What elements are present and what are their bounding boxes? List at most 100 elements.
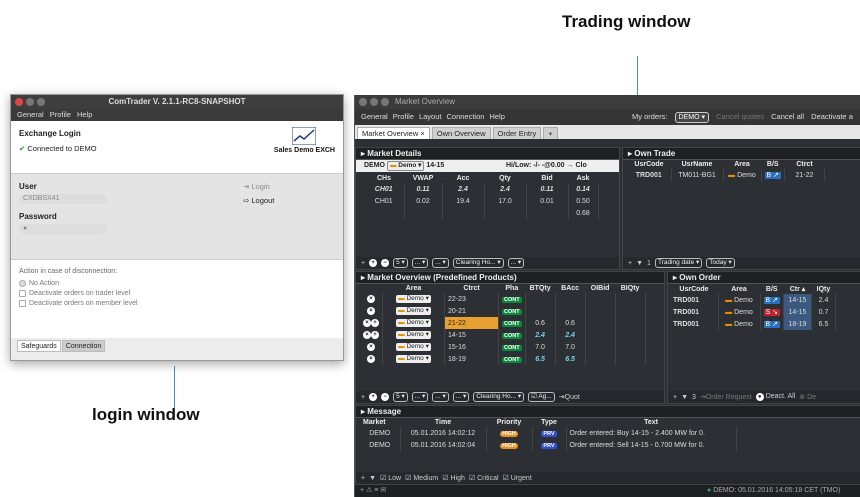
trading-date-select[interactable]: Trading date ▾	[654, 258, 703, 268]
depth-select[interactable]: 5 ▾	[393, 258, 408, 268]
add-icon[interactable]: +	[361, 394, 365, 401]
table-row[interactable]: × + ▬ Demo ▾ 14-15 CONT 2.4 2.4	[360, 329, 646, 341]
remove-circle-icon[interactable]: ×	[363, 331, 371, 339]
add-circle-icon[interactable]: +	[369, 259, 378, 267]
minimize-icon[interactable]	[26, 98, 34, 106]
table-row[interactable]: DEMO 05.01.2016 14:02:04 HIGH PRV Order ente…	[360, 439, 737, 451]
remove-circle-icon[interactable]: ×	[367, 355, 375, 363]
filter-medium[interactable]: ☑ Medium	[405, 474, 438, 482]
remove-circle-icon[interactable]: ×	[367, 343, 375, 351]
cancel-quotes-button[interactable]: Cancel quotes	[716, 112, 764, 121]
table-row[interactable]: TRD001 ▬ Demo B ↗ 14-15 2.4	[670, 294, 836, 306]
filter-select-1[interactable]: ... ▾	[411, 392, 429, 402]
filter-critical[interactable]: ☑ Critical	[469, 474, 499, 482]
table-row[interactable]: × ▬ Demo ▾ 20-21 CONT	[360, 305, 646, 317]
filter-select-2[interactable]: ... ▾	[432, 258, 449, 268]
area-select[interactable]: ▬ Demo ▾	[396, 343, 431, 351]
table-row[interactable]: 0.68	[364, 207, 599, 219]
aggregate-checkbox[interactable]: ☑ Ag...	[528, 392, 555, 402]
logout-button[interactable]: ⇨ Logout	[243, 196, 274, 205]
filter-high[interactable]: ☑ High	[442, 474, 465, 482]
depth-select[interactable]: 5 ▾	[393, 392, 408, 402]
quote-button[interactable]: ⇥Quot	[559, 393, 580, 401]
user-field[interactable]: CXDBSX41	[19, 194, 107, 204]
warning-icon[interactable]: ⚠	[366, 487, 372, 494]
clearing-house-select[interactable]: Clearing Ho... ▾	[452, 258, 504, 268]
clearing-house-select[interactable]: Clearing Ho... ▾	[473, 392, 525, 402]
menu-layout[interactable]: Layout	[419, 112, 442, 121]
filter-icon[interactable]: ▼	[636, 260, 643, 267]
table-row[interactable]: × ▬ Demo ▾ 22-23 CONT	[360, 293, 646, 305]
menu-general[interactable]: General	[361, 112, 388, 121]
menu-general[interactable]: General	[17, 110, 44, 119]
filter-low[interactable]: ☑ Low	[380, 474, 401, 482]
table-row[interactable]: TRD001 ▬ Demo S ↘ 14-15 0.7	[670, 306, 836, 318]
table-row[interactable]: CH01 0.11 2.4 2.4 0.11 0.14	[364, 183, 599, 195]
remove-circle-icon[interactable]: −	[381, 393, 390, 401]
area-select[interactable]: ▬ Demo ▾	[386, 161, 425, 171]
deactivate-button[interactable]: Deactivate a	[811, 112, 853, 121]
add-circle-icon[interactable]: +	[369, 393, 378, 401]
tab-safeguards[interactable]: Safeguards	[17, 340, 61, 352]
add-icon[interactable]: +	[360, 487, 364, 494]
table-row[interactable]: × + ▬ Demo ▾ 21-22 CONT 0.6 0.6	[360, 317, 646, 329]
cancel-all-button[interactable]: Cancel all	[771, 112, 804, 121]
zoom-icon[interactable]	[381, 98, 389, 106]
area-select[interactable]: ▬ Demo ▾	[396, 331, 431, 339]
filter-urgent[interactable]: ☑ Urgent	[503, 474, 532, 482]
menu-profile[interactable]: Profile	[50, 110, 71, 119]
table-row[interactable]: × ▬ Demo ▾ 15-16 CONT 7.0 7.0	[360, 341, 646, 353]
password-field[interactable]: ●	[19, 224, 107, 234]
table-row[interactable]: TRD001 ▬ Demo B ↗ 18-19 6.5	[670, 318, 836, 330]
login-button[interactable]: ⇥ Login	[243, 182, 270, 191]
minimize-icon[interactable]	[370, 98, 378, 106]
close-icon[interactable]	[15, 98, 23, 106]
today-select[interactable]: Today ▾	[706, 258, 735, 268]
filter-select-1[interactable]: ... ▾	[411, 258, 429, 268]
area-select[interactable]: ▬ Demo ▾	[396, 295, 431, 303]
filter-select-2[interactable]: ... ▾	[432, 392, 449, 402]
close-icon[interactable]	[359, 98, 367, 106]
tab-connection[interactable]: Connection	[61, 340, 106, 352]
add-icon[interactable]: +	[361, 260, 365, 267]
remove-circle-icon[interactable]: ×	[367, 295, 375, 303]
filter-icon[interactable]: ▼	[369, 475, 376, 482]
my-orders-select[interactable]: DEMO ▾	[674, 112, 709, 123]
remove-circle-icon[interactable]: −	[381, 259, 390, 267]
mail-icon[interactable]: ✉	[380, 487, 386, 494]
menu-connection[interactable]: Connection	[446, 112, 484, 121]
table-row[interactable]: TRD001 TM011-BG1 ▬ Demo B ↗ 21-22	[627, 169, 825, 181]
option-member-level[interactable]: Deactivate orders on member level	[19, 300, 335, 307]
remove-circle-icon[interactable]: ×	[363, 319, 371, 327]
filter-select-3[interactable]: ... ▾	[507, 258, 525, 268]
delete-button[interactable]: ⊗ De	[799, 393, 816, 401]
menu-profile[interactable]: Profile	[393, 112, 414, 121]
add-icon[interactable]: +	[628, 260, 632, 267]
table-row[interactable]: CH01 0.02 19.4 17.0 0.01 0.50	[364, 195, 599, 207]
option-trader-level[interactable]: Deactivate orders on trader level	[19, 290, 335, 297]
table-row[interactable]: DEMO 05.01.2016 14:02:12 HIGH PRV Order ente…	[360, 427, 737, 439]
option-no-action[interactable]: No Action	[19, 280, 335, 287]
cell	[585, 341, 616, 353]
order-request-button[interactable]: ⇥Order Request	[700, 393, 752, 401]
add-icon[interactable]: +	[673, 394, 677, 401]
list-icon[interactable]: ≡	[374, 487, 378, 494]
add-tab-button[interactable]: +	[543, 127, 558, 139]
tab-own-overview[interactable]: Own Overview	[431, 127, 491, 139]
add-icon[interactable]: +	[361, 475, 365, 482]
area-select[interactable]: ▬ Demo ▾	[396, 355, 431, 363]
area-select[interactable]: ▬ Demo ▾	[396, 319, 431, 327]
filter-select-3[interactable]: ... ▾	[452, 392, 470, 402]
table-row[interactable]: × ▬ Demo ▾ 18-19 CONT 6.5 6.5	[360, 353, 646, 365]
tab-order-entry[interactable]: Order Entry	[492, 127, 542, 139]
area-select[interactable]: ▬ Demo ▾	[396, 307, 431, 315]
tab-market-overview[interactable]: Market Overview ×	[357, 127, 430, 139]
filter-icon[interactable]: ▼	[681, 394, 688, 401]
add-circle-icon[interactable]: +	[371, 319, 379, 327]
menu-help[interactable]: Help	[489, 112, 504, 121]
deactivate-all-button[interactable]: ● Deact. All	[755, 393, 795, 401]
menu-help[interactable]: Help	[77, 110, 92, 119]
add-circle-icon[interactable]: +	[371, 331, 379, 339]
remove-circle-icon[interactable]: ×	[367, 307, 375, 315]
zoom-icon[interactable]	[37, 98, 45, 106]
